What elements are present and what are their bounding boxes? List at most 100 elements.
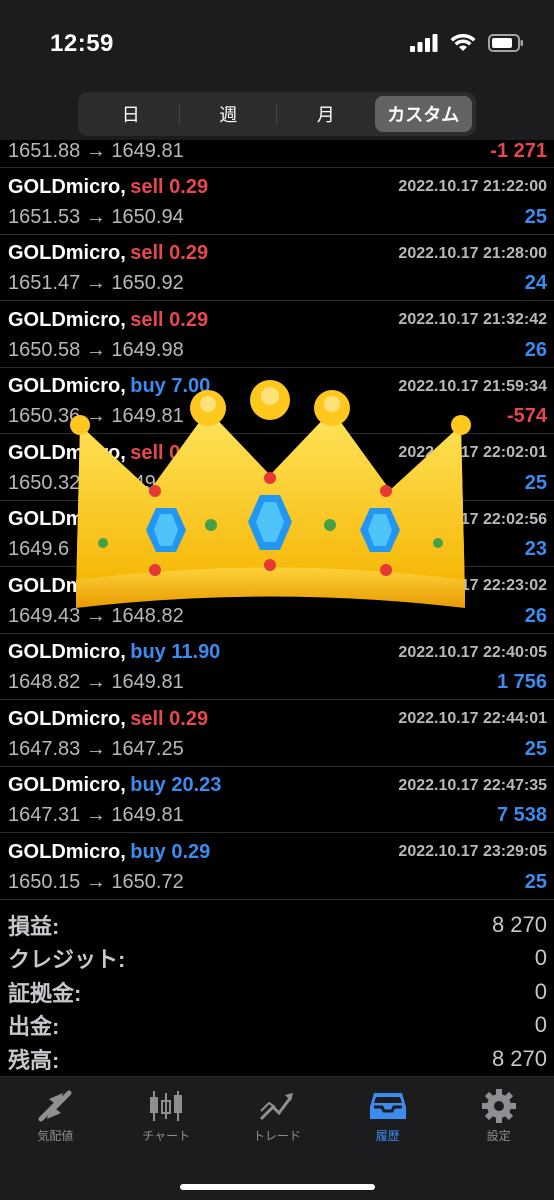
trade-datetime: 2022.10.17 22:02:56 (398, 510, 547, 528)
trade-profit: 25 (524, 471, 547, 494)
trade-profit: -574 (506, 405, 547, 427)
trade-action: buy 11.90 (130, 641, 221, 663)
trade-row[interactable]: GOLDmicro, sell 0.29 2022.10.17 22:23:02 1… (0, 567, 554, 634)
tab-history[interactable]: 履歴 (332, 1077, 443, 1157)
account-summary: 損益: 8 270 クレジット: 0 証拠金: 0 出金: 0 残高: 8 27… (0, 908, 554, 1076)
trade-prices: 1649.43 → 1648.82 (8, 604, 184, 627)
summary-label: 出金: (8, 1014, 60, 1040)
summary-label: 残高: (8, 1047, 60, 1073)
summary-withdrawal: 出金: 0 (8, 1009, 547, 1043)
trade-action: sell 0.29 (130, 508, 209, 530)
tab-label: 設定 (486, 1129, 511, 1143)
trade-datetime: 2022.10.17 22:40:05 (398, 643, 547, 661)
tab-quotes[interactable]: 気配値 (0, 1077, 111, 1157)
cellular-signal-icon (410, 34, 438, 52)
tab-settings[interactable]: 設定 (443, 1077, 554, 1157)
trade-symbol: GOLDmicro, (8, 707, 126, 730)
trade-prices: 1647.83 → 1647.25 (8, 737, 184, 760)
segment-custom[interactable]: カスタム (374, 96, 472, 132)
period-segmented-control: 日 週 月 カスタム (78, 92, 476, 136)
trade-action: sell 0.29 (130, 574, 209, 597)
trade-profit: 7 538 (496, 804, 547, 826)
segment-day[interactable]: 日 (82, 96, 180, 132)
summary-deposit: 証拠金: 0 (8, 975, 547, 1009)
trade-profit: 24 (524, 272, 547, 294)
trade-symbol: GOLDmicro, (8, 375, 126, 397)
trade-profit: 23 (524, 538, 547, 560)
period-selector-bar: 日 週 月 カスタム (0, 88, 554, 140)
bottom-tab-bar: 気配値 チャート トレード 履歴 設定 (0, 1076, 554, 1200)
trade-history-list[interactable]: 1651.88 → 1649.81 -1 271 GOLDmicro, sell… (0, 140, 554, 900)
trade-datetime: 2022.10.17 21:32:42 (398, 311, 547, 328)
segment-month[interactable]: 月 (277, 96, 375, 132)
trade-prices: 1648.82 → 1649.81 (8, 671, 184, 693)
summary-value: 8 270 (491, 911, 547, 937)
summary-label: 損益: (8, 913, 60, 939)
tab-chart[interactable]: チャート (111, 1077, 222, 1157)
summary-value: 8 270 (491, 1045, 547, 1071)
status-time: 12:59 (50, 30, 114, 57)
segment-week[interactable]: 週 (180, 96, 278, 132)
trade-row[interactable]: GOLDmicro, sell 0.29 2022.10.17 21:32:42 1… (0, 301, 554, 368)
tab-label: トレード (252, 1129, 301, 1143)
trade-row[interactable]: GOLDmicro, buy 11.90 2022.10.17 22:40:05 1… (0, 634, 554, 700)
trade-symbol: GOLDmicro, (8, 641, 126, 663)
trade-profit: 25 (524, 737, 547, 760)
summary-profit: 損益: 8 270 (8, 908, 547, 942)
summary-label: 証拠金: (8, 980, 82, 1006)
summary-value: 0 (534, 1012, 547, 1038)
trade-datetime: 2022.10.17 23:29:05 (398, 843, 547, 860)
trade-datetime: 2022.10.17 21:59:34 (398, 377, 547, 395)
trade-row[interactable]: GOLDmicro, sell 0.29 2022.10.17 22:02:56 1… (0, 501, 554, 567)
tab-label: 気配値 (37, 1129, 74, 1143)
trade-row[interactable]: GOLDmicro, buy 0.29 2022.10.17 23:29:05 16… (0, 833, 554, 900)
trade-symbol: GOLDmicro, (8, 840, 126, 863)
trade-row-partial[interactable]: 1651.88 → 1649.81 -1 271 (0, 140, 554, 168)
tab-label: 履歴 (375, 1129, 400, 1143)
tab-trade[interactable]: トレード (222, 1077, 333, 1157)
trade-symbol: GOLDmicro, (8, 508, 126, 530)
trade-action: sell 0.29 (130, 707, 209, 730)
trade-row[interactable]: GOLDmicro, sell 0.29 2022.10.17 21:22:00 1… (0, 168, 554, 235)
summary-credit: クレジット: 0 (8, 942, 547, 976)
trade-action: sell 0.29 (130, 175, 209, 198)
candlestick-icon (150, 1091, 183, 1121)
trade-prices: 1650.36 → 1649.81 (8, 405, 184, 427)
status-icons (410, 34, 524, 52)
trade-action: sell 0.29 (130, 308, 209, 331)
trade-profit: 25 (524, 870, 547, 893)
trade-row[interactable]: GOLDmicro, sell 0.29 2022.10.17 21:28:00 1… (0, 235, 554, 301)
battery-icon (488, 34, 523, 52)
trade-row[interactable]: GOLDmicro, sell 0.29 2022.10.17 22:02:01 1… (0, 434, 554, 501)
trade-prices: 1651.53 → 1650.94 (8, 205, 184, 228)
home-indicator[interactable] (180, 1184, 375, 1190)
quotes-arrows-icon (38, 1090, 72, 1122)
trade-row[interactable]: GOLDmicro, sell 0.29 2022.10.17 22:44:01 1… (0, 700, 554, 767)
trade-datetime: 2022.10.17 21:22:00 (398, 178, 547, 195)
trade-action: buy 20.23 (130, 774, 222, 796)
trade-datetime: 2022.10.17 21:28:00 (398, 244, 547, 262)
gear-icon (481, 1089, 516, 1123)
trade-symbol: GOLDmicro, (8, 774, 126, 796)
trade-row[interactable]: GOLDmicro, buy 7.00 2022.10.17 21:59:34 16… (0, 368, 554, 434)
trade-chart-icon (259, 1093, 293, 1121)
trade-row[interactable]: GOLDmicro, buy 20.23 2022.10.17 22:47:35 1… (0, 767, 554, 833)
trade-prices: 1651.47 → 1650.92 (8, 272, 184, 294)
summary-label: クレジット: (8, 947, 126, 973)
trade-prices: 1647.31 → 1649.81 (8, 804, 184, 826)
summary-value: 0 (534, 945, 547, 971)
trade-symbol: GOLDmicro, (8, 242, 126, 264)
trade-action: buy 0.29 (130, 840, 211, 863)
trade-datetime: 2022.10.17 22:47:35 (398, 776, 547, 794)
trade-prices: 1650.58 → 1649.98 (8, 338, 184, 361)
summary-balance: 残高: 8 270 (8, 1042, 547, 1076)
trade-symbol: GOLDmicro, (8, 175, 126, 198)
trade-symbol: GOLDmicro, (8, 441, 126, 464)
trade-datetime: 2022.10.17 22:02:01 (398, 444, 547, 461)
trade-prices: 1649.6 (8, 538, 70, 560)
trade-profit: 26 (524, 338, 547, 361)
trade-action: sell 0.29 (130, 441, 209, 464)
summary-value: 0 (534, 978, 547, 1004)
trade-symbol: GOLDmicro, (8, 308, 126, 331)
trade-profit: 1 756 (496, 671, 547, 693)
